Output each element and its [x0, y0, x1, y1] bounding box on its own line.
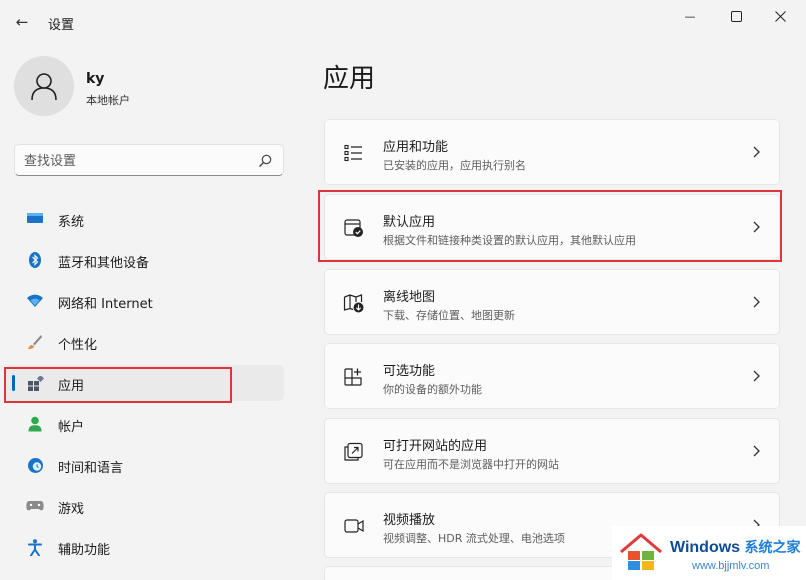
sidebar-item-accessibility[interactable]: 辅助功能 [4, 529, 284, 565]
card-description: 视频调整、HDR 流式处理、电池选项 [383, 532, 565, 545]
highlight-frame-apps [4, 367, 232, 403]
maximize-button[interactable] [714, 4, 758, 28]
window-title: 设置 [48, 18, 75, 33]
user-icon [31, 73, 57, 101]
brush-icon [26, 334, 44, 350]
video-icon [344, 519, 364, 533]
sidebar-item-personalization[interactable]: 个性化 [4, 324, 284, 360]
avatar[interactable] [14, 56, 74, 116]
sidebar-item-network[interactable]: 网络和 Internet [4, 283, 284, 319]
back-arrow-icon: ← [15, 13, 29, 31]
globe-clock-icon [26, 457, 44, 473]
card-title: 可打开网站的应用 [383, 439, 488, 454]
highlight-frame-default-apps [318, 190, 782, 262]
wifi-icon [26, 293, 44, 309]
close-button[interactable] [758, 4, 802, 28]
sidebar-item-gaming[interactable]: 游戏 [4, 488, 284, 524]
card-title: 视频播放 [383, 513, 436, 528]
sidebar-item-label: 系统 [58, 215, 85, 230]
card-description: 下载、存储位置、地图更新 [383, 309, 515, 322]
accessibility-icon [26, 538, 44, 556]
maximize-icon [730, 10, 742, 22]
account-icon [26, 416, 44, 432]
sidebar-item-label: 帐户 [58, 420, 85, 435]
search-input[interactable] [24, 151, 244, 171]
sidebar-item-bluetooth[interactable]: 蓝牙和其他设备 [4, 242, 284, 278]
watermark-brand: Windows 系统之家 [670, 537, 801, 557]
search-box[interactable] [14, 144, 284, 176]
open-web-icon [344, 442, 363, 461]
chevron-right-icon [753, 296, 760, 308]
list-icon [344, 144, 362, 162]
back-button[interactable]: ← [10, 11, 34, 33]
page-title: 应用 [323, 64, 376, 94]
chevron-right-icon [753, 146, 760, 158]
chevron-right-icon [753, 370, 760, 382]
card-description: 已安装的应用，应用执行别名 [383, 159, 526, 172]
watermark: Windows 系统之家 www.bjjmlv.com [612, 526, 806, 580]
add-feature-icon [344, 368, 362, 386]
card-description: 可在应用而不是浏览器中打开的网站 [383, 458, 559, 471]
minimize-icon: — [684, 9, 696, 23]
sidebar-item-label: 时间和语言 [58, 461, 124, 476]
card-title: 离线地图 [383, 290, 436, 305]
user-name: ky [86, 71, 105, 87]
card-offline-maps[interactable]: 离线地图 下载、存储位置、地图更新 [324, 269, 780, 335]
sidebar-item-label: 个性化 [58, 338, 98, 353]
card-apps-features[interactable]: 应用和功能 已安装的应用，应用执行别名 [324, 119, 780, 185]
bluetooth-icon [26, 252, 44, 268]
card-title: 可选功能 [383, 364, 436, 379]
monitor-icon [26, 211, 44, 227]
card-description: 你的设备的额外功能 [383, 383, 482, 396]
watermark-url: www.bjjmlv.com [692, 560, 770, 572]
watermark-brand-en: Windows [670, 539, 741, 556]
card-title: 应用和功能 [383, 140, 449, 155]
sidebar-item-accounts[interactable]: 帐户 [4, 406, 284, 442]
minimize-button[interactable]: — [668, 4, 712, 28]
map-download-icon [343, 294, 364, 313]
gamepad-icon [26, 498, 44, 514]
sidebar-item-system[interactable]: 系统 [4, 201, 284, 237]
sidebar-item-label: 辅助功能 [58, 543, 111, 558]
title-bar: ← 设置 — [0, 0, 806, 44]
account-type: 本地帐户 [86, 94, 130, 107]
watermark-brand-cn: 系统之家 [744, 539, 801, 555]
search-icon[interactable] [257, 153, 273, 169]
sidebar-item-label: 网络和 Internet [58, 297, 153, 312]
card-apps-for-websites[interactable]: 可打开网站的应用 可在应用而不是浏览器中打开的网站 [324, 418, 780, 484]
house-logo-icon [620, 533, 662, 570]
card-optional-features[interactable]: 可选功能 你的设备的额外功能 [324, 343, 780, 409]
close-icon [774, 10, 786, 22]
sidebar-item-label: 游戏 [58, 502, 85, 517]
sidebar-item-time-language[interactable]: 时间和语言 [4, 447, 284, 483]
chevron-right-icon [753, 445, 760, 457]
sidebar-item-label: 蓝牙和其他设备 [58, 256, 150, 271]
